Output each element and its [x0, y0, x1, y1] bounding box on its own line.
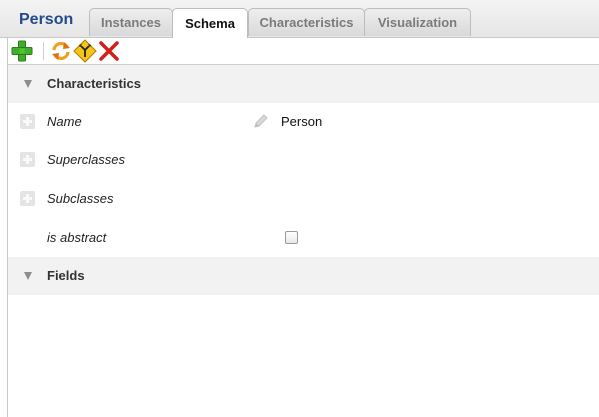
is-abstract-checkbox[interactable] — [285, 231, 298, 244]
tab-label: Characteristics — [259, 15, 354, 30]
page-title: Person — [19, 11, 74, 28]
tab-label: Instances — [101, 15, 161, 30]
toolbar-separator — [43, 42, 44, 60]
section-label: Fields — [47, 268, 85, 283]
tab-schema[interactable]: Schema — [172, 8, 248, 38]
merge-button[interactable] — [73, 39, 97, 63]
tab-instances[interactable]: Instances — [89, 8, 173, 36]
add-button[interactable] — [10, 39, 34, 63]
row-name: Name Person — [8, 103, 599, 141]
toolbar — [8, 38, 599, 65]
expand-plus-icon[interactable] — [20, 114, 35, 129]
expand-plus-icon[interactable] — [20, 191, 35, 206]
row-label: is abstract — [47, 230, 107, 245]
tab-characteristics[interactable]: Characteristics — [248, 8, 365, 36]
refresh-button[interactable] — [49, 39, 73, 63]
collapse-triangle-icon[interactable] — [24, 80, 32, 88]
row-label: Name — [47, 114, 82, 129]
name-value[interactable]: Person — [281, 114, 322, 129]
row-superclasses: Superclasses — [8, 141, 599, 179]
add-icon — [11, 40, 33, 62]
collapse-triangle-icon[interactable] — [24, 272, 32, 280]
section-characteristics[interactable]: Characteristics — [8, 65, 599, 103]
pencil-icon[interactable] — [252, 112, 270, 130]
row-subclasses: Subclasses — [8, 180, 599, 218]
header-bar: Person Instances Schema Characteristics … — [0, 0, 599, 38]
merge-icon — [73, 39, 97, 63]
delete-button[interactable] — [97, 39, 121, 63]
expand-plus-icon[interactable] — [20, 152, 35, 167]
row-label: Subclasses — [47, 191, 114, 206]
row-is-abstract: is abstract — [8, 219, 599, 257]
section-label: Characteristics — [47, 76, 141, 91]
tab-visualization[interactable]: Visualization — [364, 8, 471, 36]
row-label: Superclasses — [47, 152, 126, 167]
section-fields[interactable]: Fields — [8, 257, 599, 295]
delete-icon — [99, 41, 119, 61]
refresh-icon — [52, 41, 70, 61]
tab-label: Visualization — [377, 15, 458, 30]
tab-label: Schema — [185, 16, 235, 31]
